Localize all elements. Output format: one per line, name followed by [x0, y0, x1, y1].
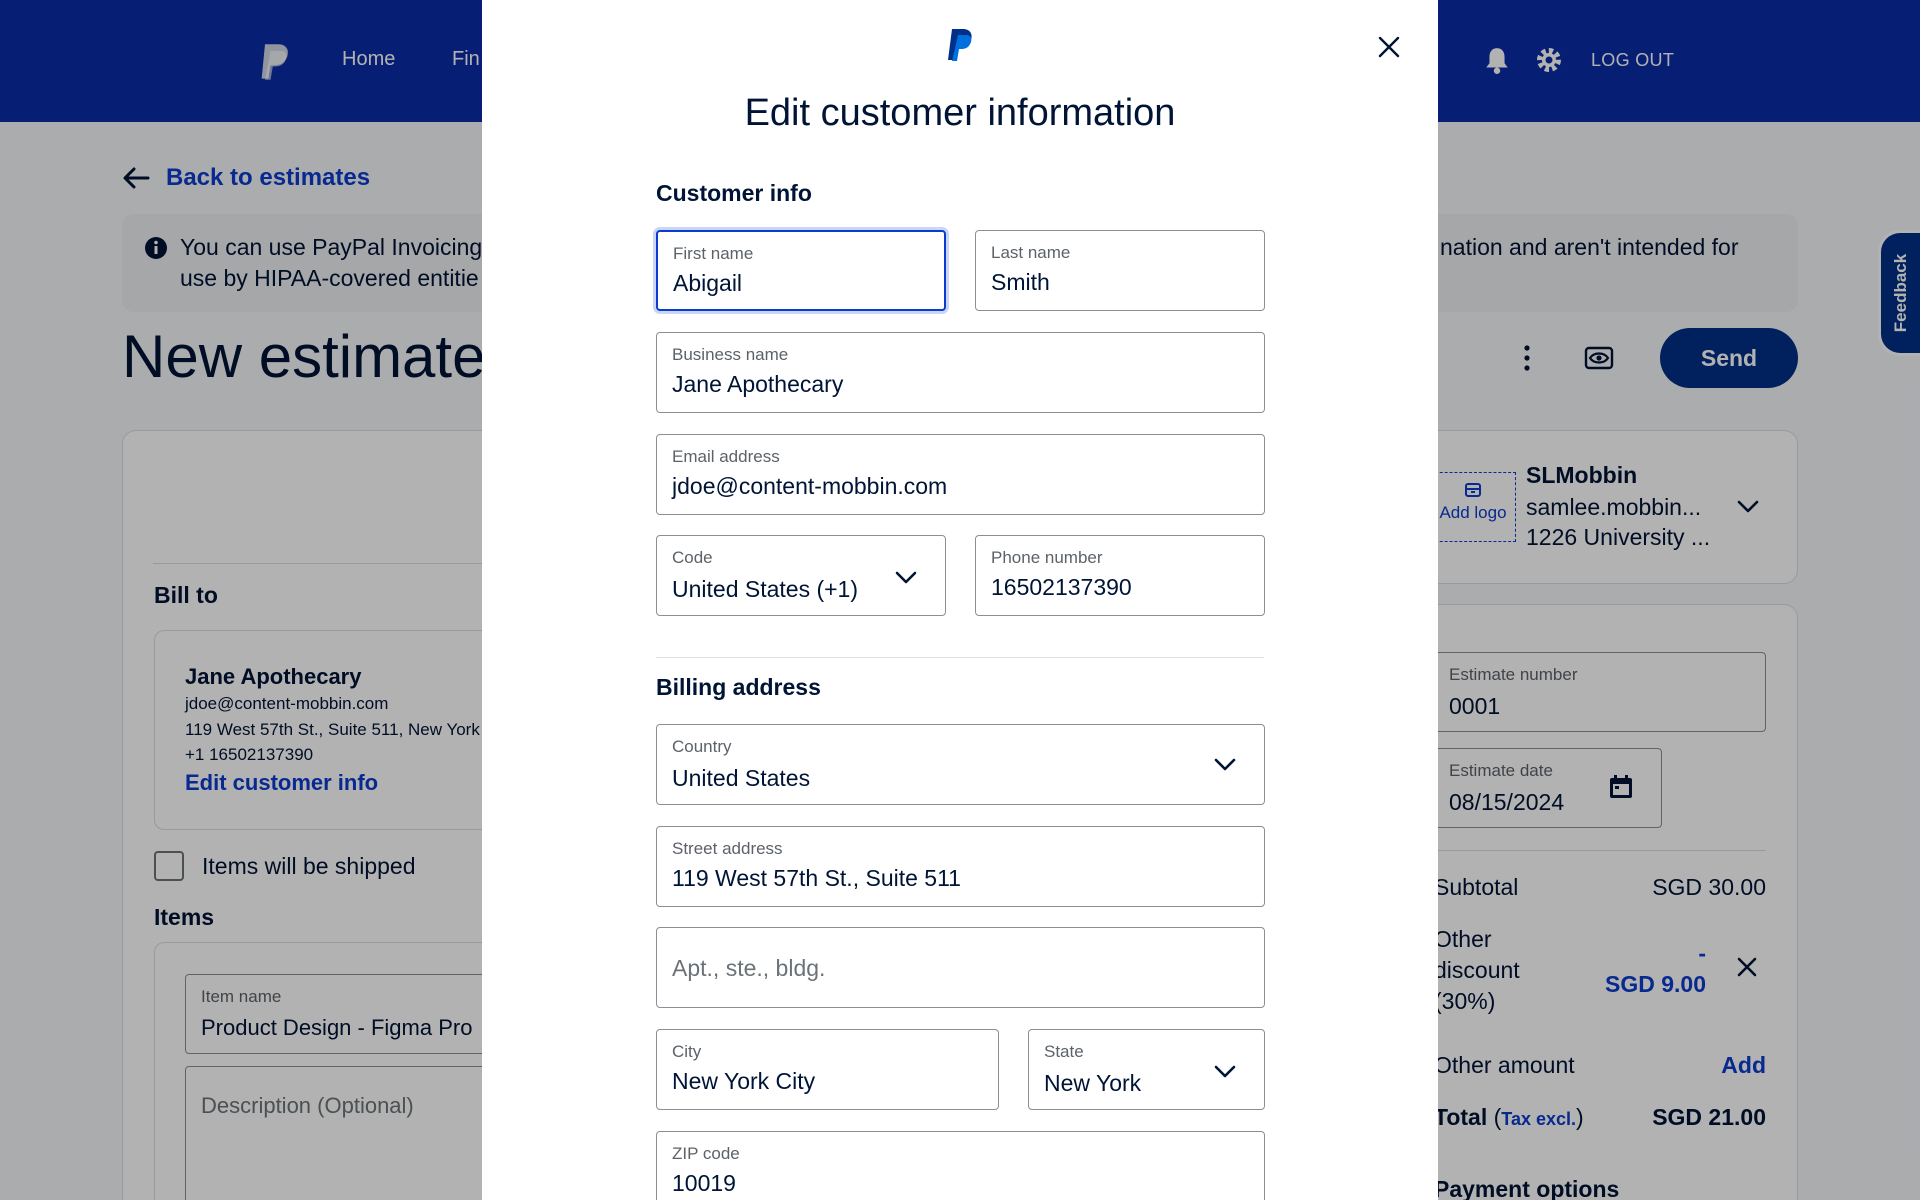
state-label: State: [1044, 1042, 1084, 1061]
street-value: 119 West 57th St., Suite 511: [672, 865, 961, 891]
last-name-field[interactable]: Last name Smith: [975, 230, 1265, 311]
country-value: United States: [672, 765, 811, 791]
city-value: New York City: [672, 1068, 816, 1094]
billing-address-heading: Billing address: [656, 674, 821, 700]
street-label: Street address: [672, 839, 783, 858]
modal-title: Edit customer information: [744, 92, 1176, 134]
code-label: Code: [672, 548, 713, 567]
email-value: jdoe@content-mobbin.com: [672, 473, 948, 499]
phone-value: 16502137390: [991, 574, 1132, 600]
close-icon[interactable]: [1378, 36, 1400, 58]
first-name-value: Abigail: [673, 270, 743, 296]
phone-number-field[interactable]: Phone number 16502137390: [975, 535, 1265, 616]
country-select[interactable]: Country United States: [656, 724, 1265, 805]
first-name-field[interactable]: First name Abigail: [656, 230, 946, 311]
email-field[interactable]: Email address jdoe@content-mobbin.com: [656, 434, 1265, 515]
phone-label: Phone number: [991, 548, 1103, 567]
last-name-value: Smith: [991, 269, 1050, 295]
city-field[interactable]: City New York City: [656, 1029, 999, 1110]
edit-customer-modal: Edit customer information Customer info …: [482, 0, 1438, 1200]
state-select[interactable]: State New York: [1028, 1029, 1265, 1110]
business-name-field[interactable]: Business name Jane Apothecary: [656, 332, 1265, 413]
section-divider: [656, 657, 1264, 658]
email-label: Email address: [672, 447, 780, 466]
customer-info-heading: Customer info: [656, 180, 812, 206]
apt-placeholder: Apt., ste., bldg.: [672, 955, 826, 981]
business-name-value: Jane Apothecary: [672, 371, 844, 397]
state-value: New York: [1044, 1070, 1142, 1096]
phone-code-select[interactable]: Code United States (+1): [656, 535, 946, 616]
country-label: Country: [672, 737, 732, 756]
paypal-logo-icon: [948, 29, 972, 61]
chevron-down-icon: [1214, 758, 1236, 771]
first-name-label: First name: [673, 244, 754, 263]
zip-label: ZIP code: [672, 1144, 740, 1163]
code-value: United States (+1): [672, 576, 859, 602]
street-address-field[interactable]: Street address 119 West 57th St., Suite …: [656, 826, 1265, 907]
zip-code-field[interactable]: ZIP code 10019: [656, 1131, 1265, 1200]
last-name-label: Last name: [991, 243, 1071, 262]
city-label: City: [672, 1042, 702, 1061]
chevron-down-icon: [895, 571, 917, 584]
zip-value: 10019: [672, 1170, 736, 1196]
chevron-down-icon: [1214, 1065, 1236, 1078]
business-name-label: Business name: [672, 345, 789, 364]
apt-field[interactable]: Apt., ste., bldg.: [656, 927, 1265, 1008]
